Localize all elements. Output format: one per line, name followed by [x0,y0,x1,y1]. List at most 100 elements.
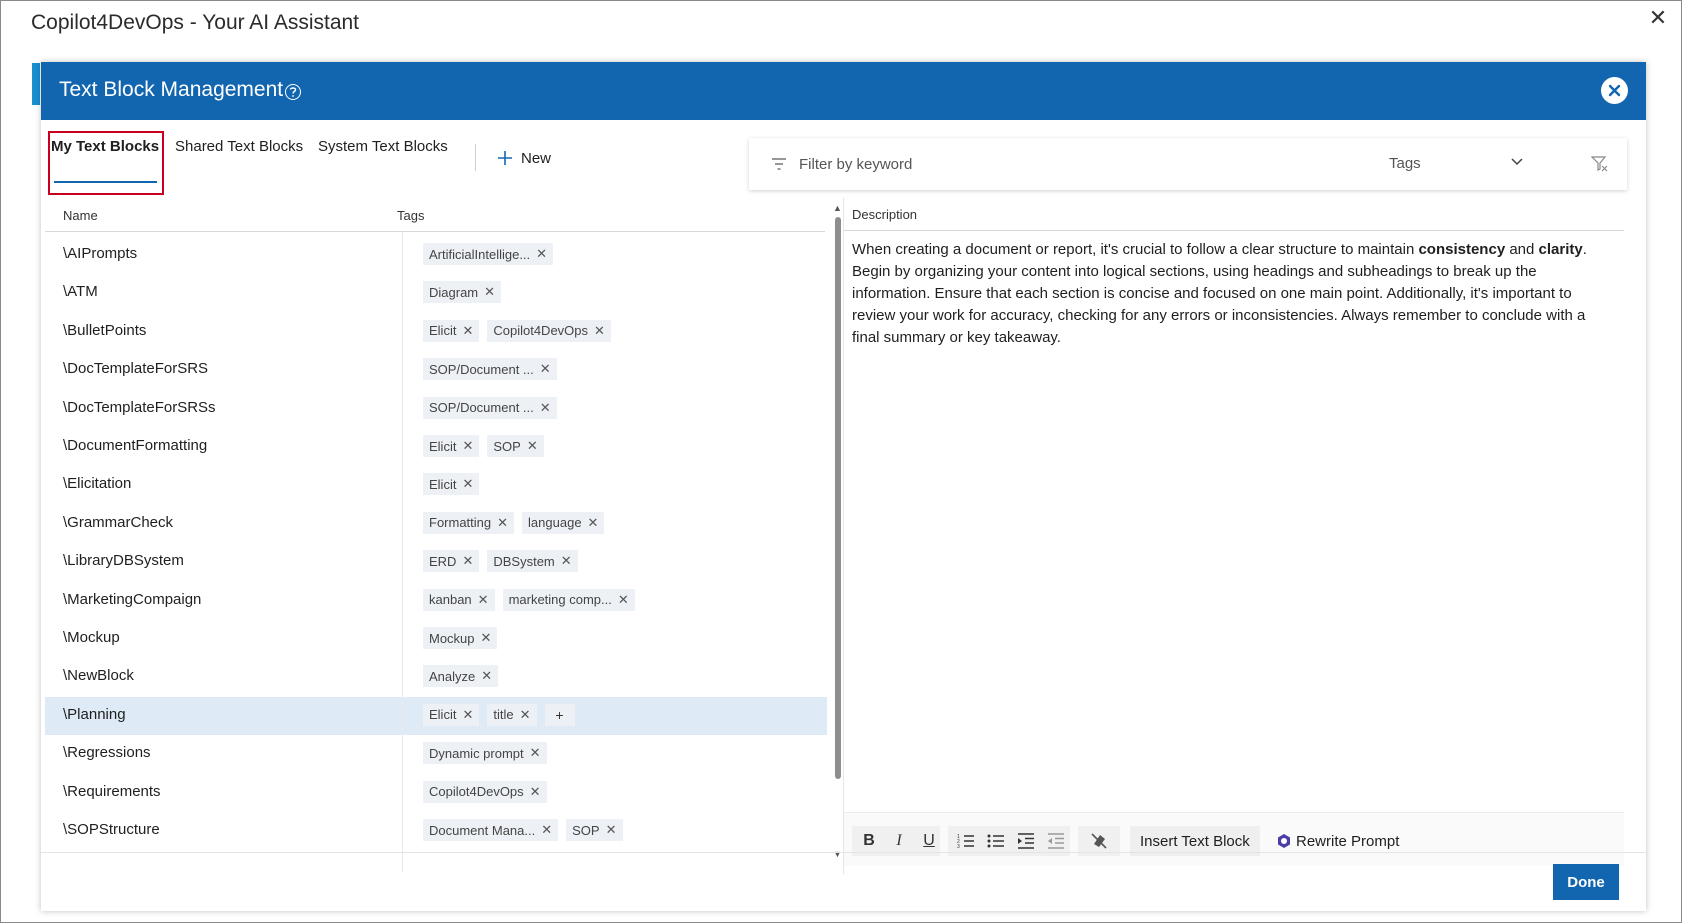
numbered-list-icon[interactable]: 123 [954,828,978,854]
table-row[interactable]: \Regressions Dynamic prompt ✕ [45,735,827,773]
remove-tag-icon[interactable]: ✕ [497,515,508,531]
underline-button[interactable]: U [918,828,940,854]
scroll-down-icon[interactable]: ▼ [833,849,842,859]
table-row[interactable]: \LibraryDBSystem ERD ✕ DBSystem ✕ [45,543,827,581]
window-close-icon[interactable]: ✕ [1647,7,1669,29]
remove-tag-icon[interactable]: ✕ [478,592,489,608]
table-row[interactable]: \Mockup Mockup ✕ [45,620,827,658]
tag-label: Elicit [429,438,457,454]
tag-label: SOP [493,438,521,454]
indent-icon[interactable] [1014,828,1038,854]
chevron-down-icon [1511,158,1523,166]
table-row[interactable]: \BulletPoints Elicit ✕ Copilot4DevOps ✕ [45,313,827,351]
tag-label: Mockup [429,630,475,646]
rewrite-prompt-label: Rewrite Prompt [1296,832,1400,850]
remove-tag-icon[interactable]: ✕ [484,284,495,300]
tags-dropdown[interactable]: Tags [1389,155,1421,172]
remove-tag-icon[interactable]: ✕ [540,400,551,416]
tab-system-text-blocks[interactable]: System Text Blocks [318,138,448,155]
table-row[interactable]: \ATM Diagram ✕ [45,274,827,312]
tag-label: Dynamic prompt [429,745,524,761]
dialog-close-button[interactable] [1601,77,1628,104]
remove-tag-icon[interactable]: ✕ [462,553,473,569]
description-label: Description [852,207,918,222]
outdent-icon[interactable] [1044,828,1068,854]
row-name: \Regressions [63,744,151,762]
description-divider [844,230,1624,231]
tag-chip: DBSystem ✕ [487,550,578,573]
svg-text:3: 3 [957,844,960,849]
remove-tag-icon[interactable]: ✕ [462,476,473,492]
remove-tag-icon[interactable]: ✕ [530,784,541,800]
remove-tag-icon[interactable]: ✕ [481,668,492,684]
table-row[interactable]: \MarketingCompaign kanban ✕ marketing comp.… [45,582,827,620]
table-row[interactable]: \DocTemplateForSRS SOP/Document ... ✕ [45,351,827,389]
remove-tag-icon[interactable]: ✕ [462,438,473,454]
remove-tag-icon[interactable]: ✕ [541,822,552,838]
remove-tag-icon[interactable]: ✕ [481,630,492,646]
remove-tag-icon[interactable]: ✕ [530,745,541,761]
remove-tag-icon[interactable]: ✕ [540,361,551,377]
remove-tag-icon[interactable]: ✕ [606,822,617,838]
keyword-filter-input[interactable] [799,152,1319,176]
description-editor[interactable]: When creating a document or report, it's… [852,239,1612,349]
tab-shared-text-blocks[interactable]: Shared Text Blocks [175,138,303,155]
tag-chip: SOP/Document ... ✕ [423,358,557,381]
row-tags: Diagram ✕ [423,281,502,304]
table-row[interactable]: \SOPStructure Document Mana... ✕ SOP ✕ [45,812,827,850]
tag-label: Analyze [429,668,476,684]
remove-tag-icon[interactable]: ✕ [594,323,605,339]
rewrite-logo-icon [1278,834,1290,848]
remove-tag-icon[interactable]: ✕ [462,707,473,723]
tag-label: ERD [429,553,457,569]
filter-icon [772,158,786,170]
remove-tag-icon[interactable]: ✕ [520,707,531,723]
tag-chip: kanban ✕ [423,588,495,611]
table-row[interactable]: \GrammarCheck Formatting ✕ language ✕ [45,505,827,543]
tab-separator [475,144,476,171]
table-row[interactable]: \AIPrompts ArtificialIntellige... ✕ [45,236,827,274]
scroll-thumb[interactable] [835,217,841,779]
italic-button[interactable]: I [888,828,910,854]
tag-label: Elicit [429,707,457,723]
tag-label: SOP/Document ... [429,361,534,377]
table-row[interactable]: \NewBlock Analyze ✕ [45,658,827,696]
table-row[interactable]: \Elicitation Elicit ✕ [45,466,827,504]
table-row[interactable]: \DocTemplateForSRSs SOP/Document ... ✕ [45,390,827,428]
remove-tag-icon[interactable]: ✕ [536,246,547,262]
new-button[interactable]: New [497,147,551,169]
dialog-title: Text Block Management [59,78,284,101]
rewrite-prompt-button[interactable]: Rewrite Prompt [1276,828,1399,854]
bullet-list-icon[interactable] [984,828,1008,854]
row-name: \BulletPoints [63,321,147,339]
remove-tag-icon[interactable]: ✕ [588,515,599,531]
row-tags: Elicit ✕ title ✕ + [423,703,575,726]
remove-tag-icon[interactable]: ✕ [462,323,473,339]
app-window: Copilot4DevOps - Your AI Assistant ✕ Tex… [0,0,1682,923]
tags-column-header[interactable]: Tags [397,208,424,223]
filter-bar: Tags [749,138,1627,190]
done-button[interactable]: Done [1553,864,1619,900]
clear-formatting-icon[interactable] [1086,828,1112,854]
table-row[interactable]: \Requirements Copilot4DevOps ✕ [45,774,827,812]
description-panel: Description When creating a document or … [843,198,1624,874]
row-tags: Analyze ✕ [423,665,499,688]
name-column-header[interactable]: Name [63,208,98,223]
footer-divider [41,852,1646,853]
add-tag-button[interactable]: + [544,703,575,726]
list-scrollbar[interactable]: ▲ ▼ [832,203,842,861]
remove-tag-icon[interactable]: ✕ [618,592,629,608]
dialog-header: Text Block Management [41,62,1646,120]
table-row[interactable]: \DocumentFormatting Elicit ✕ SOP ✕ [45,428,827,466]
remove-tag-icon[interactable]: ✕ [527,438,538,454]
row-name: \Elicitation [63,475,132,493]
scroll-up-icon[interactable]: ▲ [833,203,842,213]
remove-tag-icon[interactable]: ✕ [561,553,572,569]
help-icon[interactable] [285,84,301,100]
bold-button[interactable]: B [858,828,880,854]
tag-chip: SOP ✕ [566,819,623,841]
tag-chip: ArtificialIntellige... ✕ [423,243,554,265]
table-row[interactable]: \Planning Elicit ✕ title ✕ + [45,696,827,735]
row-tags: Elicit ✕ Copilot4DevOps ✕ [423,319,611,342]
tag-label: Elicit [429,323,457,339]
